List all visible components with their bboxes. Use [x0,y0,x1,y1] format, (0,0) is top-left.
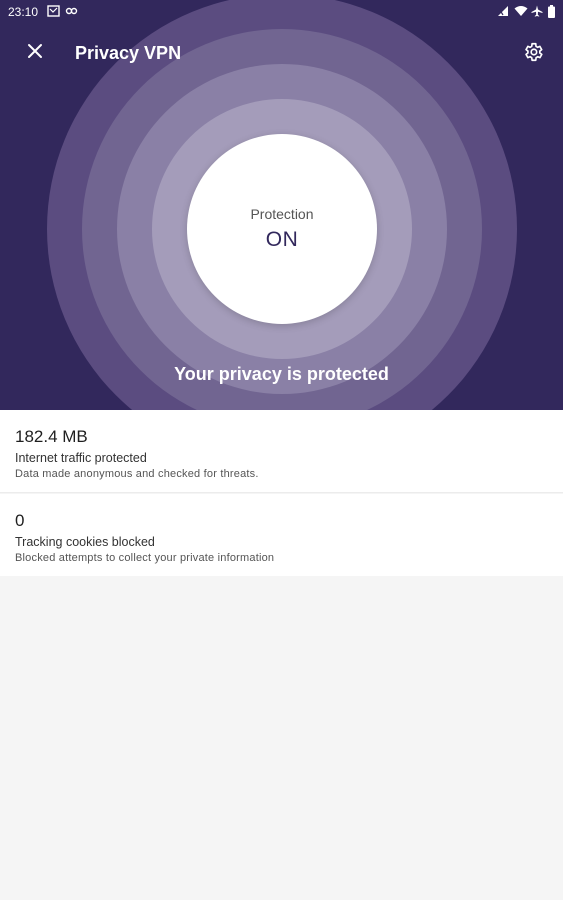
stat-title: Tracking cookies blocked [15,535,155,549]
battery-icon [547,5,556,22]
privacy-vpn-screen: Protection ON Your privacy is protected … [0,0,563,900]
stat-value: 182.4 MB [15,427,88,446]
gear-icon [522,41,544,68]
stat-traffic-protected: 182.4 MB Internet traffic protected Data… [0,410,563,493]
stat-cookies-blocked: 0 Tracking cookies blocked Blocked attem… [0,494,563,576]
vpn-key-icon [65,5,78,21]
settings-button[interactable] [517,38,549,70]
signal-off-icon [497,5,509,21]
protection-header: Protection ON Your privacy is protected … [0,0,563,410]
screenshot-icon [47,5,60,21]
close-button[interactable] [20,38,50,68]
protection-label: Protection [250,206,314,222]
stat-description: Data made anonymous and checked for thre… [15,468,259,480]
stat-value: 0 [15,511,25,530]
close-icon [27,43,43,64]
page-title: Privacy VPN [75,43,182,63]
status-time: 23:10 [8,5,39,19]
stat-description: Blocked attempts to collect your private… [15,552,275,564]
protection-state: ON [265,228,299,251]
stat-title: Internet traffic protected [15,451,147,465]
wifi-icon [514,5,528,21]
status-bar: 23:10 [0,0,563,24]
protection-message: Your privacy is protected [174,364,389,384]
airplane-icon [531,5,543,21]
